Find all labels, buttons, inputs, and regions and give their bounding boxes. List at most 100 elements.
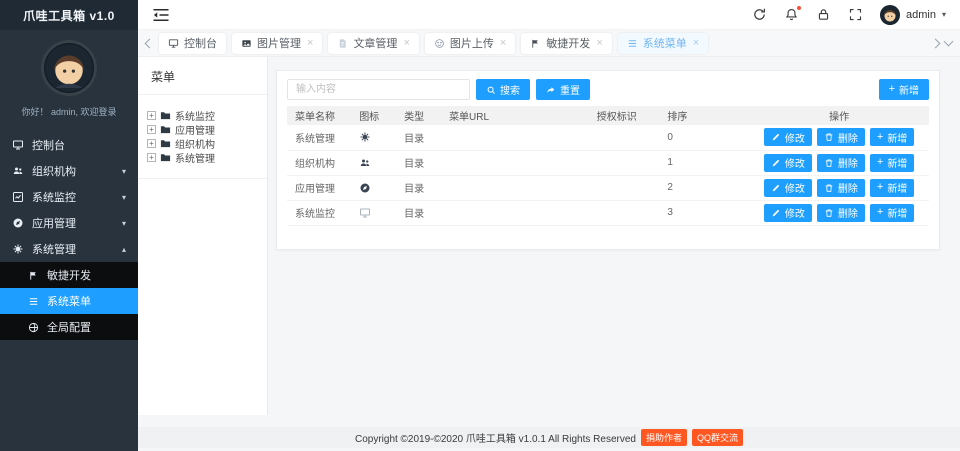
trash-icon bbox=[824, 132, 834, 142]
cell-name: 系统监控 bbox=[287, 200, 351, 225]
tabs-scroll-right-icon[interactable] bbox=[931, 38, 941, 48]
qq-group-badge[interactable]: QQ群交流 bbox=[692, 429, 743, 446]
sidebar-subitem-agile-dev[interactable]: 敏捷开发 bbox=[0, 262, 138, 288]
tab-close-icon[interactable]: × bbox=[500, 38, 506, 49]
sidebar-item-app-management[interactable]: 应用管理 ▾ bbox=[0, 210, 138, 236]
edit-button[interactable]: 修改 bbox=[764, 128, 812, 146]
sidebar-item-system-monitor[interactable]: 系统监控 ▾ bbox=[0, 184, 138, 210]
menu-list-icon bbox=[627, 38, 638, 49]
user-avatar-small bbox=[880, 5, 900, 25]
sidebar-item-system-management[interactable]: 系统管理 ▴ bbox=[0, 236, 138, 262]
tab-image-management[interactable]: 图片管理 × bbox=[232, 33, 322, 54]
app-compass-icon bbox=[359, 182, 371, 194]
plus-icon: + bbox=[877, 207, 883, 218]
sidebar-item-console[interactable]: 控制台 bbox=[0, 132, 138, 158]
menu-list-icon bbox=[28, 296, 39, 307]
sidebar-item-label: 系统监控 bbox=[32, 189, 76, 205]
search-input[interactable] bbox=[287, 79, 470, 100]
sidebar-menu: 控制台 组织机构 ▾ 系统监控 ▾ 应用管理 ▾ 系统管理 ▴ bbox=[0, 132, 138, 340]
add-child-button-label: 新增 bbox=[887, 205, 907, 220]
copyright-text: Copyright ©2019-©2020 爪哇工具箱 v1.0.1 All R… bbox=[355, 430, 636, 445]
edit-button[interactable]: 修改 bbox=[764, 179, 812, 197]
search-button-label: 搜索 bbox=[500, 82, 520, 97]
add-child-button[interactable]: + 新增 bbox=[870, 204, 914, 222]
cell-url bbox=[441, 175, 589, 200]
delete-button[interactable]: 删除 bbox=[817, 179, 865, 197]
tab-image-upload[interactable]: 图片上传 × bbox=[425, 33, 515, 54]
tab-close-icon[interactable]: × bbox=[307, 38, 313, 49]
delete-button[interactable]: 删除 bbox=[817, 154, 865, 172]
cell-url bbox=[441, 125, 589, 150]
pencil-icon bbox=[771, 208, 781, 218]
plus-icon: + bbox=[877, 132, 883, 143]
cell-url bbox=[441, 150, 589, 175]
tree-expander-icon[interactable]: + bbox=[147, 111, 156, 120]
sidebar-item-label: 组织机构 bbox=[32, 163, 76, 179]
user-menu[interactable]: admin ▾ bbox=[880, 5, 946, 25]
topbar-actions: admin ▾ bbox=[752, 5, 946, 25]
tab-label: 敏捷开发 bbox=[546, 35, 590, 51]
tree-expander-icon[interactable]: + bbox=[147, 153, 156, 162]
menu-tree-panel: 菜单 + 系统监控 + 应用管理 + 组织机构 bbox=[138, 57, 268, 415]
cell-name: 组织机构 bbox=[287, 150, 351, 175]
pencil-icon bbox=[771, 183, 781, 193]
search-button[interactable]: 搜索 bbox=[476, 79, 530, 100]
lock-screen-icon[interactable] bbox=[816, 7, 831, 22]
add-child-button[interactable]: +新增 bbox=[870, 128, 914, 146]
sidebar-subitem-system-menu[interactable]: 系统菜单 bbox=[0, 288, 138, 314]
cell-icon bbox=[351, 200, 396, 225]
tab-system-menu[interactable]: 系统菜单 × bbox=[618, 33, 708, 54]
tree-item-label: 组织机构 bbox=[175, 136, 215, 151]
tab-article-management[interactable]: 文章管理 × bbox=[328, 33, 418, 54]
tree-item-label: 应用管理 bbox=[175, 122, 215, 137]
notification-badge-dot bbox=[796, 5, 802, 11]
sidebar-subitem-global-config[interactable]: 全局配置 bbox=[0, 314, 138, 340]
settings-gear-icon bbox=[359, 131, 371, 143]
tree-expander-icon[interactable]: + bbox=[147, 139, 156, 148]
col-header-icon: 图标 bbox=[351, 106, 396, 125]
donate-author-badge[interactable]: 捐助作者 bbox=[641, 429, 687, 446]
cell-name: 应用管理 bbox=[287, 175, 351, 200]
add-child-button[interactable]: +新增 bbox=[870, 179, 914, 197]
edit-button[interactable]: 修改 bbox=[764, 154, 812, 172]
tabs-scroll-left-icon[interactable] bbox=[145, 38, 155, 48]
console-icon bbox=[168, 38, 179, 49]
fullscreen-icon[interactable] bbox=[848, 7, 863, 22]
tree-item-system-monitor[interactable]: + 系统监控 bbox=[147, 108, 258, 122]
cell-sort: 2 bbox=[659, 175, 749, 200]
sidebar-item-organization[interactable]: 组织机构 ▾ bbox=[0, 158, 138, 184]
add-child-button[interactable]: +新增 bbox=[870, 154, 914, 172]
avatar-face-icon bbox=[880, 5, 900, 25]
tabbar: 控制台 图片管理 × 文章管理 × 图片上传 × 敏捷开发 × bbox=[138, 30, 960, 57]
tree-item-app-management[interactable]: + 应用管理 bbox=[147, 122, 258, 136]
edit-button[interactable]: 修改 bbox=[764, 204, 812, 222]
add-button[interactable]: + 新增 bbox=[879, 79, 929, 100]
cell-icon bbox=[351, 175, 396, 200]
tab-console[interactable]: 控制台 bbox=[159, 33, 226, 54]
tree-expander-icon[interactable]: + bbox=[147, 125, 156, 134]
delete-button[interactable]: 删除 bbox=[817, 204, 865, 222]
tree-item-system-management[interactable]: + 系统管理 bbox=[147, 150, 258, 164]
cell-sort: 0 bbox=[659, 125, 749, 150]
reset-button[interactable]: 重置 bbox=[536, 79, 590, 100]
tab-agile-dev[interactable]: 敏捷开发 × bbox=[521, 33, 611, 54]
plus-icon: + bbox=[877, 182, 883, 193]
collapse-sidebar-icon[interactable] bbox=[152, 8, 170, 22]
notifications-bell-icon[interactable] bbox=[784, 7, 799, 22]
article-icon bbox=[337, 38, 348, 49]
tabs-menu-icon[interactable] bbox=[944, 37, 954, 47]
delete-button[interactable]: 删除 bbox=[817, 128, 865, 146]
col-header-actions: 操作 bbox=[749, 106, 929, 125]
table-row: 系统管理 目录 0 修改 bbox=[287, 125, 929, 150]
plus-icon: + bbox=[877, 157, 883, 168]
tab-close-icon[interactable]: × bbox=[596, 38, 602, 49]
tree-item-organization[interactable]: + 组织机构 bbox=[147, 136, 258, 150]
cell-auth bbox=[589, 125, 660, 150]
topbar: admin ▾ bbox=[138, 0, 960, 30]
tab-close-icon[interactable]: × bbox=[403, 38, 409, 49]
sidebar-submenu: 敏捷开发 系统菜单 全局配置 bbox=[0, 262, 138, 340]
refresh-icon[interactable] bbox=[752, 7, 767, 22]
reset-button-label: 重置 bbox=[560, 82, 580, 97]
menu-table-card: 搜索 重置 + 新增 bbox=[276, 70, 940, 250]
tab-close-icon[interactable]: × bbox=[693, 38, 699, 49]
